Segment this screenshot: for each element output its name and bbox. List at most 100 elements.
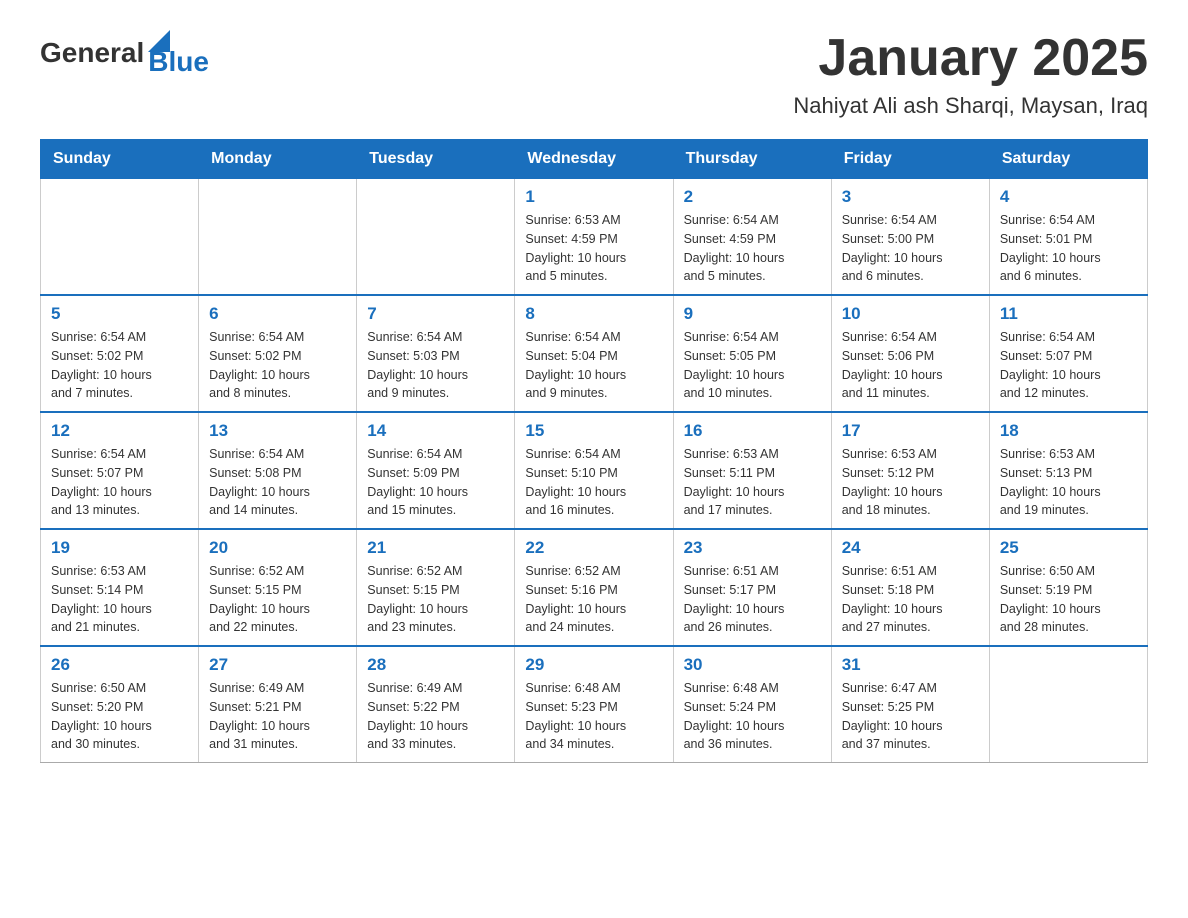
day-number: 14: [367, 421, 504, 441]
day-number: 26: [51, 655, 188, 675]
calendar-cell: [41, 179, 199, 296]
day-info: Sunrise: 6:50 AM Sunset: 5:19 PM Dayligh…: [1000, 562, 1137, 637]
logo-text-blue: Blue: [148, 48, 209, 76]
calendar-cell: 4Sunrise: 6:54 AM Sunset: 5:01 PM Daylig…: [989, 179, 1147, 296]
calendar-week-row: 5 Sunrise: 6:54 AM Sunset: 5:02 PM Daylig…: [41, 295, 1148, 412]
calendar-cell: 29 Sunrise: 6:48 AM Sunset: 5:23 PM Dayli…: [515, 646, 673, 763]
calendar-cell: 18 Sunrise: 6:53 AM Sunset: 5:13 PM Dayli…: [989, 412, 1147, 529]
day-info: Sunrise: 6:53 AM Sunset: 5:13 PM Dayligh…: [1000, 445, 1137, 520]
day-number: 13: [209, 421, 346, 441]
calendar-week-row: 12 Sunrise: 6:54 AM Sunset: 5:07 PM Dayli…: [41, 412, 1148, 529]
calendar-cell: 26Sunrise: 6:50 AM Sunset: 5:20 PM Dayli…: [41, 646, 199, 763]
calendar-cell: [357, 179, 515, 296]
day-info: Sunrise: 6:48 AM Sunset: 5:23 PM Dayligh…: [525, 679, 662, 754]
logo: General Blue: [40, 30, 209, 76]
day-number: 16: [684, 421, 821, 441]
calendar-header-monday: Monday: [199, 140, 357, 179]
calendar-header-friday: Friday: [831, 140, 989, 179]
day-number: 5: [51, 304, 188, 324]
day-number: 28: [367, 655, 504, 675]
day-number: 21: [367, 538, 504, 558]
day-info: Sunrise: 6:52 AM Sunset: 5:16 PM Dayligh…: [525, 562, 662, 637]
calendar-week-row: 1Sunrise: 6:53 AM Sunset: 4:59 PM Daylig…: [41, 179, 1148, 296]
calendar-cell: [989, 646, 1147, 763]
calendar-cell: 10 Sunrise: 6:54 AM Sunset: 5:06 PM Dayli…: [831, 295, 989, 412]
day-info: Sunrise: 6:54 AM Sunset: 5:05 PM Dayligh…: [684, 328, 821, 403]
calendar-cell: 24 Sunrise: 6:51 AM Sunset: 5:18 PM Dayli…: [831, 529, 989, 646]
day-info: Sunrise: 6:54 AM Sunset: 5:07 PM Dayligh…: [51, 445, 188, 520]
location-title: Nahiyat Ali ash Sharqi, Maysan, Iraq: [793, 93, 1148, 119]
calendar-cell: 5 Sunrise: 6:54 AM Sunset: 5:02 PM Daylig…: [41, 295, 199, 412]
calendar-cell: 17Sunrise: 6:53 AM Sunset: 5:12 PM Dayli…: [831, 412, 989, 529]
day-info: Sunrise: 6:53 AM Sunset: 5:11 PM Dayligh…: [684, 445, 821, 520]
day-number: 6: [209, 304, 346, 324]
calendar-cell: 31 Sunrise: 6:47 AM Sunset: 5:25 PM Dayli…: [831, 646, 989, 763]
calendar-week-row: 26Sunrise: 6:50 AM Sunset: 5:20 PM Dayli…: [41, 646, 1148, 763]
day-info: Sunrise: 6:54 AM Sunset: 5:10 PM Dayligh…: [525, 445, 662, 520]
day-number: 9: [684, 304, 821, 324]
calendar-cell: 21 Sunrise: 6:52 AM Sunset: 5:15 PM Dayli…: [357, 529, 515, 646]
day-number: 17: [842, 421, 979, 441]
calendar-cell: 13 Sunrise: 6:54 AM Sunset: 5:08 PM Dayli…: [199, 412, 357, 529]
calendar-cell: 28 Sunrise: 6:49 AM Sunset: 5:22 PM Dayli…: [357, 646, 515, 763]
day-info: Sunrise: 6:54 AM Sunset: 5:06 PM Dayligh…: [842, 328, 979, 403]
day-number: 2: [684, 187, 821, 207]
day-info: Sunrise: 6:51 AM Sunset: 5:17 PM Dayligh…: [684, 562, 821, 637]
calendar-table: SundayMondayTuesdayWednesdayThursdayFrid…: [40, 139, 1148, 763]
calendar-header-tuesday: Tuesday: [357, 140, 515, 179]
day-info: Sunrise: 6:49 AM Sunset: 5:21 PM Dayligh…: [209, 679, 346, 754]
calendar-header-thursday: Thursday: [673, 140, 831, 179]
day-info: Sunrise: 6:54 AM Sunset: 5:02 PM Dayligh…: [51, 328, 188, 403]
day-number: 22: [525, 538, 662, 558]
day-info: Sunrise: 6:47 AM Sunset: 5:25 PM Dayligh…: [842, 679, 979, 754]
day-info: Sunrise: 6:51 AM Sunset: 5:18 PM Dayligh…: [842, 562, 979, 637]
calendar-week-row: 19Sunrise: 6:53 AM Sunset: 5:14 PM Dayli…: [41, 529, 1148, 646]
calendar-cell: 30 Sunrise: 6:48 AM Sunset: 5:24 PM Dayli…: [673, 646, 831, 763]
calendar-header-row: SundayMondayTuesdayWednesdayThursdayFrid…: [41, 140, 1148, 179]
calendar-cell: 14 Sunrise: 6:54 AM Sunset: 5:09 PM Dayli…: [357, 412, 515, 529]
calendar-cell: [199, 179, 357, 296]
day-number: 3: [842, 187, 979, 207]
day-number: 24: [842, 538, 979, 558]
day-number: 4: [1000, 187, 1137, 207]
day-info: Sunrise: 6:54 AM Sunset: 5:09 PM Dayligh…: [367, 445, 504, 520]
day-number: 20: [209, 538, 346, 558]
day-info: Sunrise: 6:54 AM Sunset: 5:00 PM Dayligh…: [842, 211, 979, 286]
page-header: General Blue January 2025 Nahiyat Ali as…: [40, 30, 1148, 119]
calendar-cell: 16 Sunrise: 6:53 AM Sunset: 5:11 PM Dayli…: [673, 412, 831, 529]
day-number: 23: [684, 538, 821, 558]
calendar-header-saturday: Saturday: [989, 140, 1147, 179]
day-number: 15: [525, 421, 662, 441]
day-number: 30: [684, 655, 821, 675]
calendar-header-wednesday: Wednesday: [515, 140, 673, 179]
day-number: 29: [525, 655, 662, 675]
calendar-cell: 25Sunrise: 6:50 AM Sunset: 5:19 PM Dayli…: [989, 529, 1147, 646]
calendar-cell: 27Sunrise: 6:49 AM Sunset: 5:21 PM Dayli…: [199, 646, 357, 763]
day-number: 1: [525, 187, 662, 207]
day-info: Sunrise: 6:54 AM Sunset: 5:04 PM Dayligh…: [525, 328, 662, 403]
calendar-cell: 11Sunrise: 6:54 AM Sunset: 5:07 PM Dayli…: [989, 295, 1147, 412]
calendar-cell: 20 Sunrise: 6:52 AM Sunset: 5:15 PM Dayli…: [199, 529, 357, 646]
day-number: 31: [842, 655, 979, 675]
day-info: Sunrise: 6:54 AM Sunset: 5:03 PM Dayligh…: [367, 328, 504, 403]
day-info: Sunrise: 6:54 AM Sunset: 5:08 PM Dayligh…: [209, 445, 346, 520]
calendar-cell: 12 Sunrise: 6:54 AM Sunset: 5:07 PM Dayli…: [41, 412, 199, 529]
calendar-cell: 9 Sunrise: 6:54 AM Sunset: 5:05 PM Daylig…: [673, 295, 831, 412]
calendar-cell: 1Sunrise: 6:53 AM Sunset: 4:59 PM Daylig…: [515, 179, 673, 296]
day-number: 10: [842, 304, 979, 324]
day-info: Sunrise: 6:48 AM Sunset: 5:24 PM Dayligh…: [684, 679, 821, 754]
day-info: Sunrise: 6:52 AM Sunset: 5:15 PM Dayligh…: [367, 562, 504, 637]
day-info: Sunrise: 6:49 AM Sunset: 5:22 PM Dayligh…: [367, 679, 504, 754]
calendar-cell: 6 Sunrise: 6:54 AM Sunset: 5:02 PM Daylig…: [199, 295, 357, 412]
day-number: 7: [367, 304, 504, 324]
logo-text-general: General: [40, 37, 144, 69]
title-area: January 2025 Nahiyat Ali ash Sharqi, May…: [793, 30, 1148, 119]
month-title: January 2025: [793, 30, 1148, 87]
day-info: Sunrise: 6:52 AM Sunset: 5:15 PM Dayligh…: [209, 562, 346, 637]
day-info: Sunrise: 6:53 AM Sunset: 5:14 PM Dayligh…: [51, 562, 188, 637]
day-number: 11: [1000, 304, 1137, 324]
calendar-cell: 15 Sunrise: 6:54 AM Sunset: 5:10 PM Dayli…: [515, 412, 673, 529]
day-info: Sunrise: 6:54 AM Sunset: 5:02 PM Dayligh…: [209, 328, 346, 403]
day-number: 12: [51, 421, 188, 441]
day-number: 18: [1000, 421, 1137, 441]
